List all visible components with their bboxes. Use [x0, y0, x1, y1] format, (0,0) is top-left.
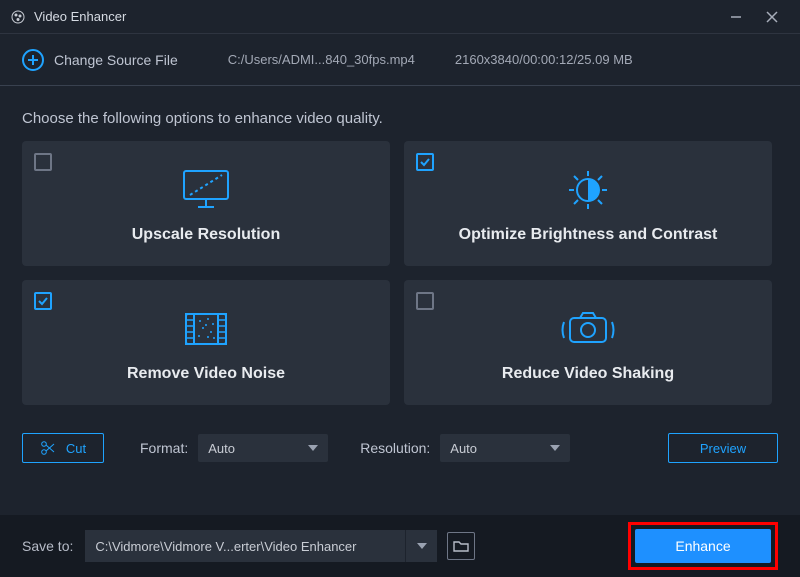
format-dropdown[interactable]: Auto: [198, 434, 328, 462]
card-brightness-contrast[interactable]: Optimize Brightness and Contrast: [404, 141, 772, 266]
save-path-value: C:\Vidmore\Vidmore V...erter\Video Enhan…: [95, 539, 356, 554]
change-source-label: Change Source File: [54, 52, 178, 68]
enhance-highlight: Enhance: [628, 522, 778, 570]
card-label: Upscale Resolution: [132, 226, 280, 244]
checkbox-shaking[interactable]: [416, 292, 434, 310]
cut-label: Cut: [66, 441, 86, 456]
card-upscale-resolution[interactable]: Upscale Resolution: [22, 141, 390, 266]
source-file-path: C:/Users/ADMI...840_30fps.mp4: [228, 52, 415, 67]
checkbox-brightness[interactable]: [416, 153, 434, 171]
footer: Save to: C:\Vidmore\Vidmore V...erter\Vi…: [0, 515, 800, 577]
card-label: Optimize Brightness and Contrast: [459, 226, 718, 244]
preview-label: Preview: [700, 441, 746, 456]
card-label: Remove Video Noise: [127, 365, 285, 383]
plus-circle-icon: [22, 49, 44, 71]
open-folder-button[interactable]: [447, 532, 475, 560]
option-cards: Upscale Resolution Optimize Brightness a…: [0, 141, 800, 405]
format-value: Auto: [208, 441, 235, 456]
enhance-button[interactable]: Enhance: [635, 529, 771, 563]
resolution-label: Resolution:: [360, 440, 430, 456]
minimize-button[interactable]: [718, 3, 754, 31]
checkbox-upscale[interactable]: [34, 153, 52, 171]
enhance-label: Enhance: [675, 538, 730, 554]
card-remove-noise[interactable]: Remove Video Noise: [22, 280, 390, 405]
card-label: Reduce Video Shaking: [502, 365, 674, 383]
controls-row: Cut Format: Auto Resolution: Auto Previe…: [0, 405, 800, 481]
resolution-value: Auto: [450, 441, 477, 456]
film-noise-icon: [178, 303, 234, 355]
source-bar: Change Source File C:/Users/ADMI...840_3…: [0, 34, 800, 86]
titlebar: Video Enhancer: [0, 0, 800, 34]
save-path-field[interactable]: C:\Vidmore\Vidmore V...erter\Video Enhan…: [85, 530, 405, 562]
checkbox-noise[interactable]: [34, 292, 52, 310]
source-file-spec: 2160x3840/00:00:12/25.09 MB: [455, 52, 633, 67]
save-to-label: Save to:: [22, 538, 73, 554]
brightness-icon: [560, 164, 616, 216]
preview-button[interactable]: Preview: [668, 433, 778, 463]
chevron-down-icon: [417, 543, 427, 549]
chevron-down-icon: [308, 445, 318, 451]
app-icon: [10, 9, 26, 25]
resolution-dropdown[interactable]: Auto: [440, 434, 570, 462]
cut-button[interactable]: Cut: [22, 433, 104, 463]
change-source-button[interactable]: Change Source File: [22, 49, 178, 71]
close-button[interactable]: [754, 3, 790, 31]
instruction-text: Choose the following options to enhance …: [0, 86, 800, 141]
camera-shake-icon: [558, 303, 618, 355]
app-title: Video Enhancer: [34, 9, 126, 24]
folder-icon: [453, 539, 469, 553]
card-reduce-shaking[interactable]: Reduce Video Shaking: [404, 280, 772, 405]
save-path-dropdown[interactable]: [405, 530, 437, 562]
format-label: Format:: [140, 440, 188, 456]
monitor-icon: [178, 164, 234, 216]
chevron-down-icon: [550, 445, 560, 451]
